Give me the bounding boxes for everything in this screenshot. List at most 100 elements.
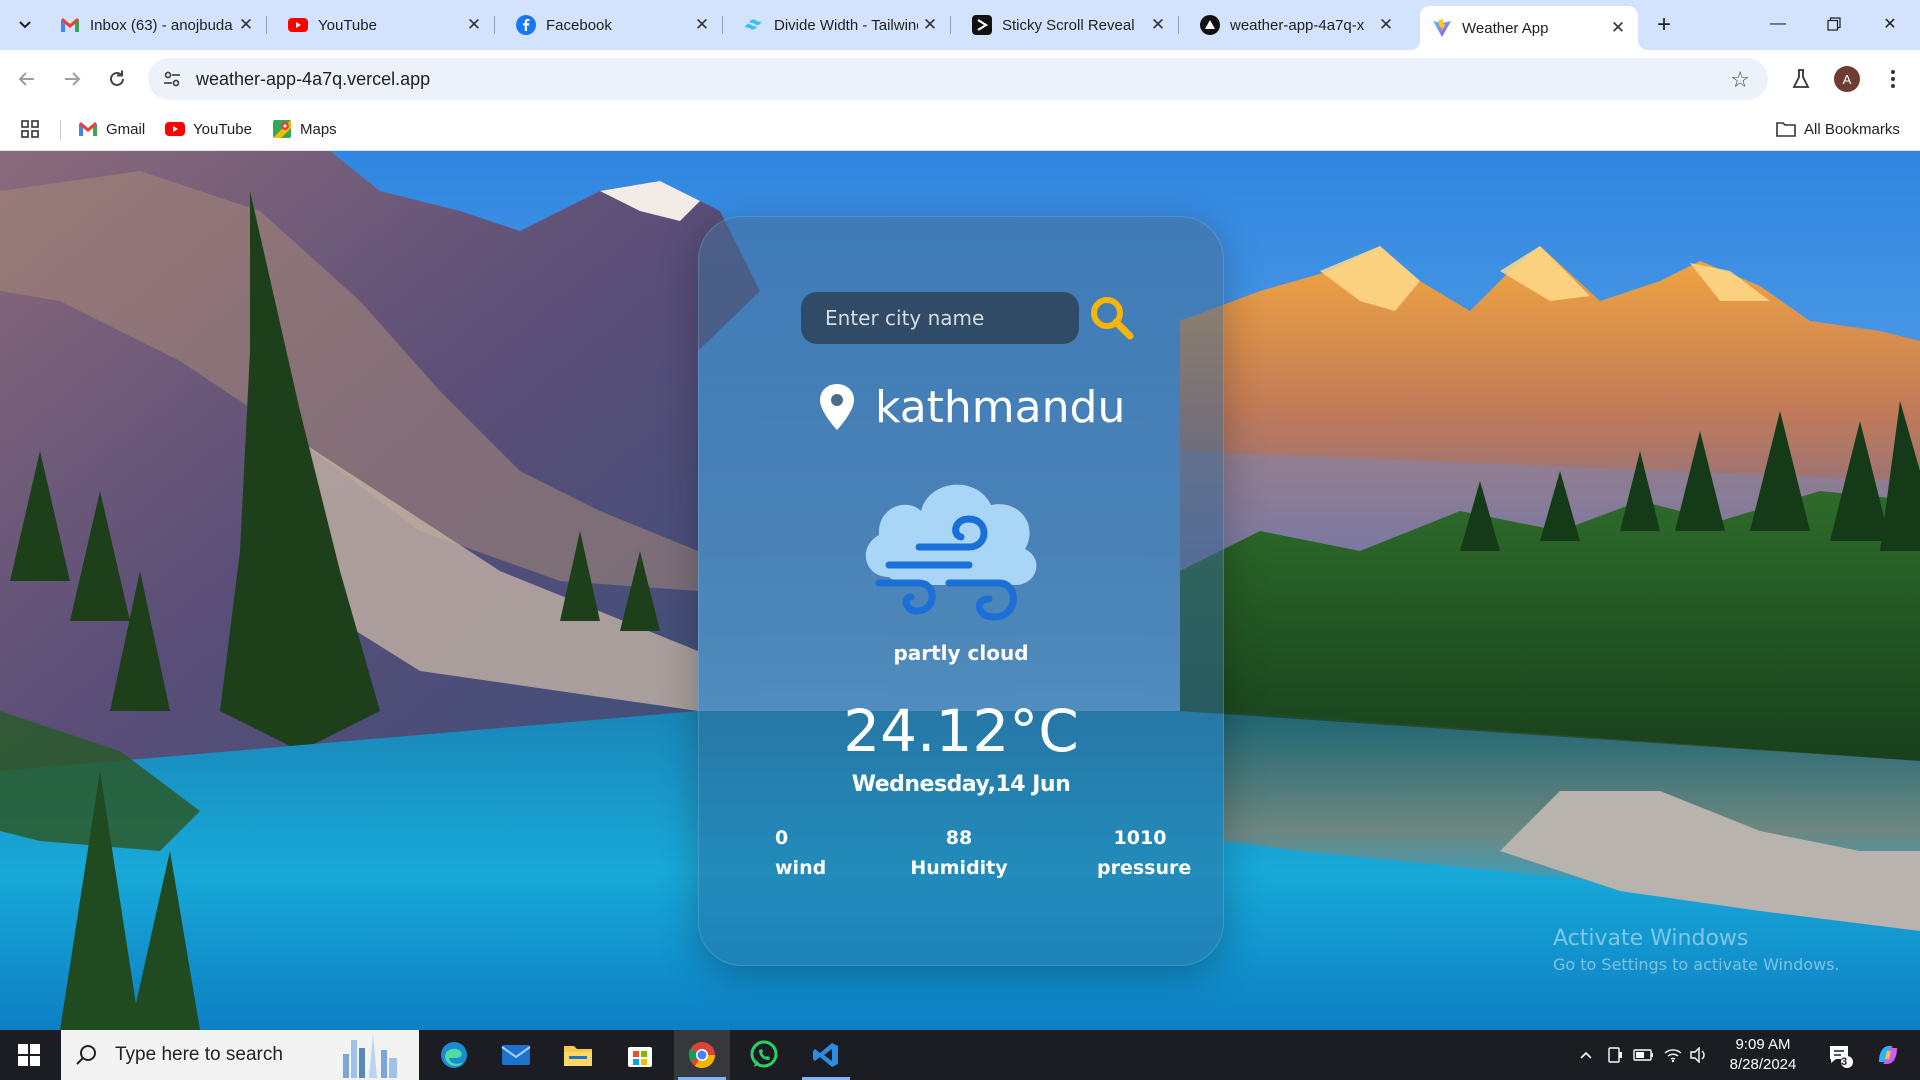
copilot-button[interactable] [1866,1030,1910,1080]
clock-date: 8/28/2024 [1729,1056,1797,1073]
city-search-box [801,292,1079,344]
bookmark-maps[interactable]: Maps [272,116,337,142]
close-icon[interactable]: ✕ [690,13,714,37]
restore-icon [1827,17,1841,31]
bookmark-gmail[interactable]: Gmail [78,116,145,142]
network-status[interactable] [1660,1030,1686,1080]
forward-button[interactable] [55,62,89,96]
battery-icon [1633,1049,1653,1061]
all-bookmarks-button[interactable]: All Bookmarks [1776,116,1900,142]
chevron-up-icon [1580,1051,1592,1059]
copilot-icon [1879,1046,1897,1064]
flask-icon [1792,69,1810,88]
taskbar-mail[interactable] [488,1030,544,1080]
reload-button[interactable] [100,62,134,96]
search-icon [76,1045,96,1065]
taskbar-whatsapp[interactable] [736,1030,792,1080]
windows-taskbar: Type here to search 9:09 AM 8/28/2024 3 [0,1030,1920,1080]
chrome-icon [688,1042,716,1069]
close-icon[interactable]: ✕ [234,13,258,37]
bookmarks-bar: Gmail YouTube Maps All Bookmarks [0,107,1920,151]
show-hidden-icons-button[interactable] [1572,1030,1600,1080]
stat-label: pressure [1097,857,1192,879]
tab-weather-app[interactable]: Weather App ✕ [1410,6,1648,50]
maps-icon [272,120,292,138]
close-icon[interactable]: ✕ [1146,13,1170,37]
weather-card: kathmandu partly cloud 24.12°C Wednesday… [698,216,1224,966]
notification-icon [1830,1046,1853,1068]
stat-label: Humidity [910,857,1008,879]
minimize-button[interactable]: — [1750,0,1806,48]
close-icon[interactable]: ✕ [1606,16,1630,40]
labs-button[interactable] [1784,62,1818,96]
reload-icon [110,70,124,86]
bookmark-youtube[interactable]: YouTube [165,116,252,142]
battery-status[interactable] [1630,1030,1658,1080]
chevron-down-icon [19,21,31,29]
windows-logo-icon [18,1044,40,1066]
gmail-icon [60,15,80,35]
restore-button[interactable] [1806,0,1862,48]
weather-date: Wednesday,14 Jun [851,772,1071,797]
taskbar-store[interactable] [612,1030,668,1080]
city-skyline-icon [343,1034,397,1078]
temperature: 24.12°C [843,697,1079,765]
close-icon[interactable]: ✕ [462,13,486,37]
device-icon [1608,1047,1622,1063]
vercel-icon [1200,15,1220,35]
taskbar-clock[interactable]: 9:09 AM 8/28/2024 [1708,1035,1818,1075]
folder-icon [564,1046,592,1066]
bookmark-star-icon[interactable]: ☆ [1730,67,1750,93]
city-search-input[interactable] [801,292,1079,344]
stat-value: 0 [775,827,789,849]
pressure-stat: 1010 pressure [1097,827,1192,879]
humidity-stat: 88 Humidity [899,827,1019,879]
bookmark-label: Maps [300,120,337,138]
tab-search-button[interactable] [10,8,40,42]
close-icon[interactable]: ✕ [918,13,942,37]
location-pin-icon [820,384,854,430]
address-bar[interactable]: weather-app-4a7q.vercel.app ☆ [148,58,1768,100]
new-tab-button[interactable]: + [1650,11,1678,39]
apps-button[interactable] [20,116,40,142]
city-name: kathmandu [875,381,1126,433]
taskbar-chrome[interactable] [674,1030,730,1080]
tab-title: Sticky Scroll Reveal [1002,16,1135,34]
tab-title: Facebook [546,16,612,34]
back-button[interactable] [10,62,44,96]
site-settings-icon[interactable] [162,69,182,89]
profile-button[interactable]: A [1830,62,1864,96]
cloud-wind-icon [865,484,1037,621]
close-window-button[interactable]: ✕ [1862,0,1918,48]
taskbar-vscode[interactable] [798,1030,854,1080]
meet-now-button[interactable] [1602,1030,1628,1080]
start-button[interactable] [0,1030,58,1080]
arrow-left-icon [18,72,34,86]
tab-title: Divide Width - Tailwind [774,16,918,34]
tab-sticky-scroll[interactable]: Sticky Scroll Reveal ✕ [960,8,1179,42]
close-icon[interactable]: ✕ [1374,13,1398,37]
tab-vercel[interactable]: weather-app-4a7q-x ✕ [1188,8,1406,42]
vite-icon [1432,18,1452,38]
tab-tailwind[interactable]: Divide Width - Tailwind ✕ [732,8,951,42]
all-bookmarks-label: All Bookmarks [1804,120,1900,138]
tab-facebook[interactable]: Facebook ✕ [504,8,723,42]
city-heading: kathmandu [817,377,1125,437]
taskbar-search[interactable]: Type here to search [61,1030,419,1080]
facebook-icon [516,15,536,35]
edge-icon [441,1042,467,1068]
tab-youtube[interactable]: YouTube ✕ [276,8,495,42]
browser-toolbar: weather-app-4a7q.vercel.app ☆ A [0,50,1920,107]
tab-gmail[interactable]: Inbox (63) - anojbuda ✕ [48,8,267,42]
taskbar-file-explorer[interactable] [550,1030,606,1080]
search-icon[interactable] [1087,293,1137,343]
action-center-button[interactable]: 3 [1820,1030,1860,1080]
tab-title: Inbox (63) - anojbuda [90,16,233,34]
taskbar-edge[interactable] [426,1030,482,1080]
arrow-right-icon [65,72,81,86]
volume-control[interactable] [1688,1030,1710,1080]
url-text[interactable]: weather-app-4a7q.vercel.app [196,69,430,90]
page-viewport: kathmandu partly cloud 24.12°C Wednesday… [0,151,1920,1030]
menu-button[interactable] [1876,62,1910,96]
store-icon [628,1047,652,1067]
